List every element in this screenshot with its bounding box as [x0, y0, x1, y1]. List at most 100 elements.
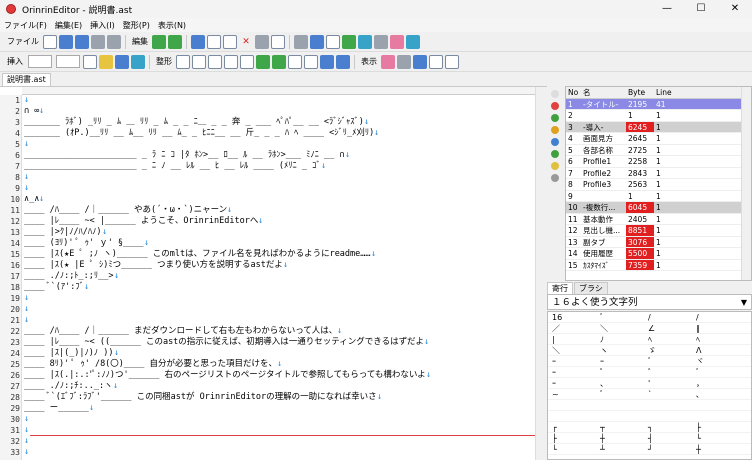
grid-icon[interactable] [294, 34, 308, 49]
search-icon[interactable] [255, 34, 269, 49]
char-cell[interactable]: ゞ [644, 345, 692, 355]
editor-line[interactable]: 27 ____ ./ﾉ:;ﾁ:.._:ヽ ↓ [0, 381, 535, 392]
char-cell[interactable]: ├ [548, 433, 596, 443]
char-cell[interactable] [596, 400, 644, 410]
tab-gyo[interactable]: 寄行 [547, 282, 573, 294]
char-cell[interactable]: ﾞ [596, 312, 644, 322]
delete-x-icon[interactable]: ✕ [239, 35, 253, 49]
editor-line[interactable]: 32 ↓ [0, 436, 535, 447]
table-row[interactable]: 3 -導入- 6245 1 [566, 121, 751, 133]
char-cell[interactable] [548, 400, 596, 410]
outdent-icon[interactable] [240, 54, 254, 69]
align-left-icon[interactable] [176, 54, 190, 69]
tab-brush[interactable]: ブラシ [574, 282, 608, 294]
editor-line[interactable]: 17 ____ ./ﾉ:;ﾄ_:;ﾘ__> ↓ [0, 271, 535, 282]
editor-line[interactable]: 26 ____ |ｽ(.|:.:'ﾟ:ﾉﾉ)つ'______ 右のページリストの… [0, 370, 535, 381]
split-icon[interactable] [397, 54, 411, 69]
editor-area[interactable]: 1 ↓ 2 ∩ ∞ ↓ 3 _______ ﾗﾎﾞ) _ﾘﾘ _ ﾑ ＿ ﾘﾘ _ ﾑ … [0, 86, 547, 460]
save-file-icon[interactable] [75, 34, 89, 49]
minimize-button[interactable]: — [650, 0, 684, 18]
header-no[interactable]: No [566, 87, 581, 98]
file-tab[interactable]: 説明書.ast [2, 73, 51, 86]
h1-icon[interactable] [320, 54, 334, 69]
layers-icon[interactable] [374, 34, 388, 49]
editor-line[interactable]: 4 _______ (ｵP.)__ﾘﾘ __ ﾑ__ ﾘﾘ __ ﾑ_ _ ﾋﾆ… [0, 128, 535, 139]
editor-line[interactable]: 5 ↓ [0, 139, 535, 150]
delete-page-icon[interactable] [551, 102, 559, 110]
align-justify-icon[interactable] [208, 54, 222, 69]
preview-list-icon[interactable] [429, 54, 443, 69]
char-cell[interactable]: ヾ [692, 356, 740, 366]
maximize-button[interactable]: ☐ [684, 0, 718, 18]
table-row[interactable]: 14 使用履歴 5500 1 [566, 248, 751, 260]
char-cell[interactable]: ﾟ [596, 367, 644, 377]
cut-icon[interactable] [191, 34, 205, 49]
char-cell[interactable]: / [644, 312, 692, 322]
char-cell[interactable]: ∥ [692, 323, 740, 333]
char-cell[interactable]: ﾞ [596, 389, 644, 399]
char-cell[interactable]: ＼ [596, 323, 644, 333]
char-cell[interactable]: ~ [548, 389, 596, 399]
char-cell[interactable]: ┤ [644, 433, 692, 443]
editor-line[interactable]: 9 ↓ [0, 183, 535, 194]
char-cell[interactable]: ／ [548, 323, 596, 333]
header-name[interactable]: 名 [581, 87, 626, 98]
copy-page-icon[interactable] [551, 150, 559, 158]
editor-line[interactable]: 33 ↓ [0, 447, 535, 458]
char-cell[interactable]: ┼ [692, 444, 740, 454]
char-cell[interactable]: ├ [692, 422, 740, 432]
char-cell[interactable]: ゛ [644, 367, 692, 377]
color-icon[interactable] [99, 54, 113, 69]
heart-icon[interactable] [381, 54, 395, 69]
char-cell[interactable]: ﾍ [644, 334, 692, 344]
char-cell[interactable]: └ [692, 433, 740, 443]
char-cell[interactable]: ﾞ [644, 356, 692, 366]
list-item[interactable]: ｰﾟ゛ﾞ [548, 367, 751, 378]
char-cell[interactable]: ﾍ [692, 334, 740, 344]
menu-insert[interactable]: 挿入(I) [90, 20, 115, 31]
editor-line[interactable]: 16 ____ |ｽ(★ |E ﾟ ｼ)ﾐつ______ つまり使い方を説明する… [0, 260, 535, 271]
editor-line[interactable]: 10 ∧_∧ ↓ [0, 194, 535, 205]
char-cell[interactable] [692, 400, 740, 410]
insert-frame-dropdown[interactable] [56, 55, 80, 68]
char-cell[interactable]: | [548, 334, 596, 344]
user-icon[interactable] [115, 54, 129, 69]
insert-dropdown[interactable] [28, 55, 52, 68]
table-row[interactable]: 1 -タイトル- 2195 41 [566, 98, 751, 110]
edit-page-icon[interactable] [551, 162, 559, 170]
char-cell[interactable]: ｰ [548, 367, 596, 377]
char-cell[interactable]: ┘ [644, 444, 692, 454]
editor-line[interactable]: 1 ↓ [0, 95, 535, 106]
table-row[interactable]: 8 Profile3 2563 1 [566, 179, 751, 191]
indent-icon[interactable] [224, 54, 238, 69]
table-row[interactable]: 15 ｶｽﾀﾏｲｽﾞ 7359 1 [566, 259, 751, 271]
editor-scrollbar[interactable] [535, 87, 547, 460]
close-button[interactable]: ✕ [718, 0, 752, 18]
editor-line[interactable]: 13 ____ |>ｸ|ﾉ/ﾊ/ﾊﾉ) ↓ [0, 227, 535, 238]
menu-file[interactable]: ファイル(F) [4, 20, 47, 31]
list-item[interactable]: ＼ ヽゞ Λ [548, 345, 751, 356]
refresh-icon[interactable] [551, 174, 559, 182]
list-item[interactable]: 16 ﾞ / / [548, 312, 751, 323]
char-cell[interactable]: ﾞ [692, 367, 740, 377]
editor-line[interactable]: 7 ______________________ _ ﾆ ﾉ __ ﾚﾙ __ … [0, 161, 535, 172]
editor-line[interactable]: 19 ↓ [0, 293, 535, 304]
char-cell[interactable]: ﾉ [596, 334, 644, 344]
redo-icon[interactable] [168, 34, 182, 49]
list-item[interactable]: ~ ﾞ ` ､ [548, 389, 751, 400]
editor-line[interactable]: 29 ____ ー______ ↓ [0, 403, 535, 414]
page-list-scrollbar[interactable] [741, 87, 751, 280]
list-item[interactable] [548, 411, 751, 422]
text-style-icon[interactable] [131, 54, 145, 69]
table-row[interactable]: 10 -複数行... 6045 1 [566, 202, 751, 214]
list-item[interactable]: └ ┴ ┘ ┼ [548, 444, 751, 455]
panel-icon[interactable] [413, 54, 427, 69]
char-cell[interactable]: ┐ [644, 422, 692, 432]
paste-icon[interactable] [223, 34, 237, 49]
char-cell[interactable]: ┴ [596, 444, 644, 454]
tab-icon[interactable] [304, 54, 318, 69]
char-group-select[interactable]: １６よく使う文字列 ▼ [547, 294, 752, 310]
header-byte[interactable]: Byte [626, 87, 654, 98]
char-cell[interactable]: ┌ [548, 422, 596, 432]
char-cell[interactable]: ` [644, 389, 692, 399]
